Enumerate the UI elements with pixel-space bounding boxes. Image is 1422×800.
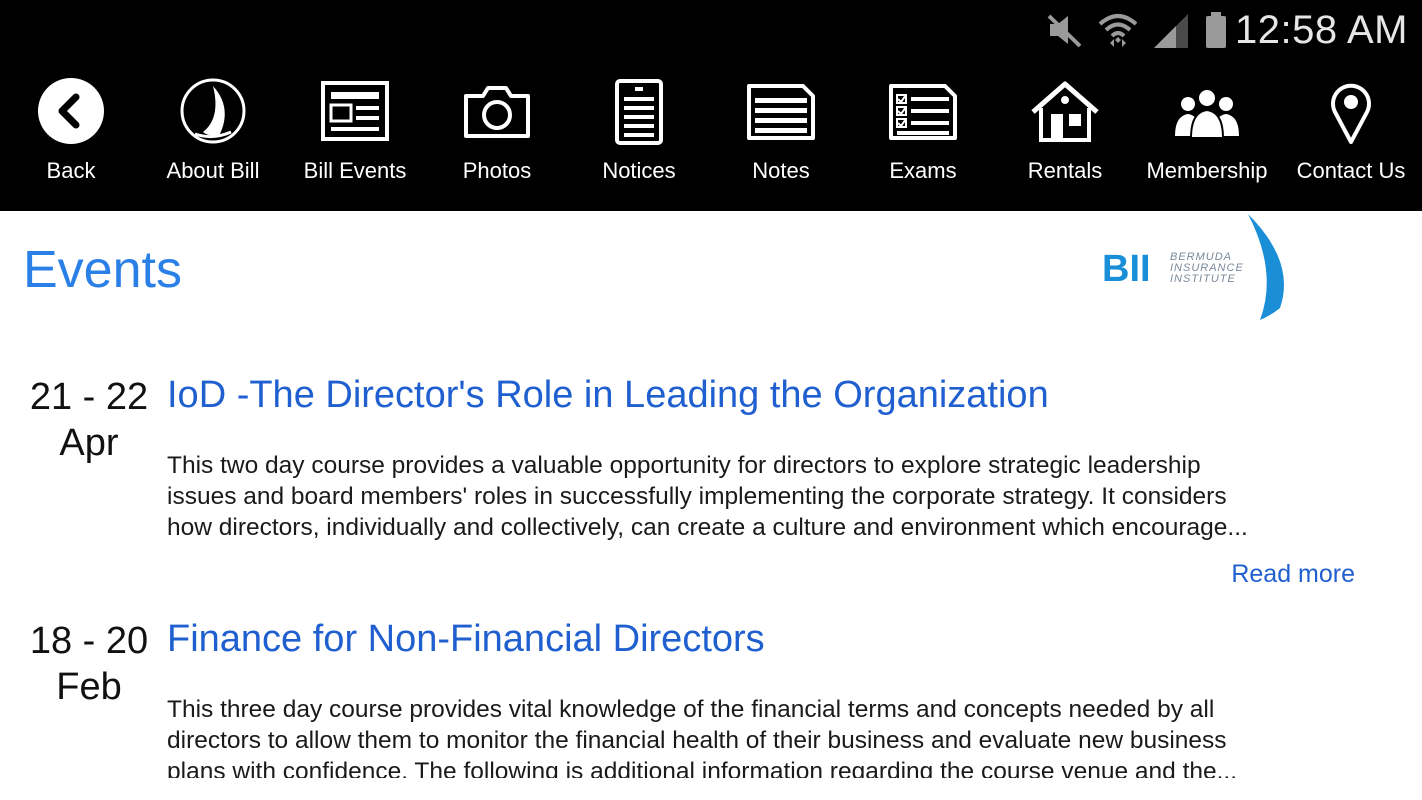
event-date: 18 - 20 Feb [24, 618, 154, 710]
house-icon [1031, 81, 1099, 142]
nav-label-about: About Bill [166, 158, 260, 183]
people-icon [1175, 88, 1239, 139]
description-line: issues and board members' roles in succe… [167, 483, 1227, 510]
nav-about-button[interactable]: About Bill [142, 62, 284, 211]
nav-label-notes: Notes [752, 158, 810, 183]
event-date: 21 - 22 Apr [24, 374, 154, 466]
battery-icon [1206, 12, 1226, 48]
nav-contact-button[interactable]: Contact Us [1280, 62, 1422, 211]
nav-label-back: Back [46, 158, 96, 183]
event-description: This two day course provides a valuable … [167, 450, 1352, 543]
nav-label-rentals: Rentals [1027, 158, 1103, 183]
nav-label-contact: Contact Us [1296, 158, 1406, 183]
nav-membership-button[interactable]: Membership [1136, 62, 1278, 211]
exams-checklist-icon [889, 84, 957, 140]
page-title: Events [23, 241, 182, 299]
nav-back-button[interactable]: Back [0, 62, 142, 211]
newspaper-icon [321, 81, 389, 141]
nav-rentals-button[interactable]: Rentals [994, 62, 1136, 211]
bii-logo: BII BERMUDA INSURANCE INSTITUTE [1102, 214, 1284, 320]
event-month: Apr [59, 422, 119, 464]
signal-icon [1154, 14, 1188, 48]
wifi-icon [1098, 14, 1138, 47]
event-description: This three day course provides vital kno… [167, 694, 1352, 778]
nav-label-bill-events: Bill Events [303, 158, 407, 183]
nav-photos-button[interactable]: Photos [426, 62, 568, 211]
event-title-link[interactable]: IoD -The Director's Role in Leading the … [167, 374, 1049, 417]
nav-notes-button[interactable]: Notes [710, 62, 852, 211]
location-pin-icon [1331, 83, 1371, 144]
top-nav-bar: Back About Bill Bill Events Photos Notic… [0, 62, 1422, 211]
event-title-link[interactable]: Finance for Non-Financial Directors [167, 618, 765, 661]
sailboat-icon [180, 78, 246, 144]
mute-icon [1047, 14, 1082, 48]
description-line: how directors, individually and collecti… [167, 514, 1248, 541]
logo-letters: BII [1102, 248, 1151, 290]
camera-icon [464, 86, 530, 138]
description-line: This two day course provides a valuable … [167, 452, 1201, 479]
event-month: Feb [56, 666, 122, 708]
notes-icon [747, 84, 815, 140]
event-date-range: 18 - 20 [29, 620, 149, 662]
nav-notices-button[interactable]: Notices [568, 62, 710, 211]
nav-label-exams: Exams [889, 158, 957, 183]
notice-icon [615, 79, 663, 145]
nav-label-notices: Notices [602, 158, 676, 183]
read-more-link[interactable]: Read more [1231, 560, 1355, 589]
description-line: directors to allow them to monitor the f… [167, 727, 1227, 754]
event-date-range: 21 - 22 [29, 376, 149, 418]
nav-exams-button[interactable]: Exams [852, 62, 994, 211]
clock-time: 12:58 AM [1234, 8, 1408, 52]
description-line: This three day course provides vital kno… [167, 696, 1215, 723]
description-line: plans with confidence. The following is … [167, 758, 1238, 778]
back-arrow-icon [38, 78, 104, 144]
logo-line3: INSTITUTE [1170, 273, 1236, 285]
nav-bill-events-button[interactable]: Bill Events [284, 62, 426, 211]
nav-label-photos: Photos [462, 158, 532, 183]
status-bar: 12:58 AM [0, 0, 1422, 62]
nav-label-membership: Membership [1146, 158, 1268, 183]
